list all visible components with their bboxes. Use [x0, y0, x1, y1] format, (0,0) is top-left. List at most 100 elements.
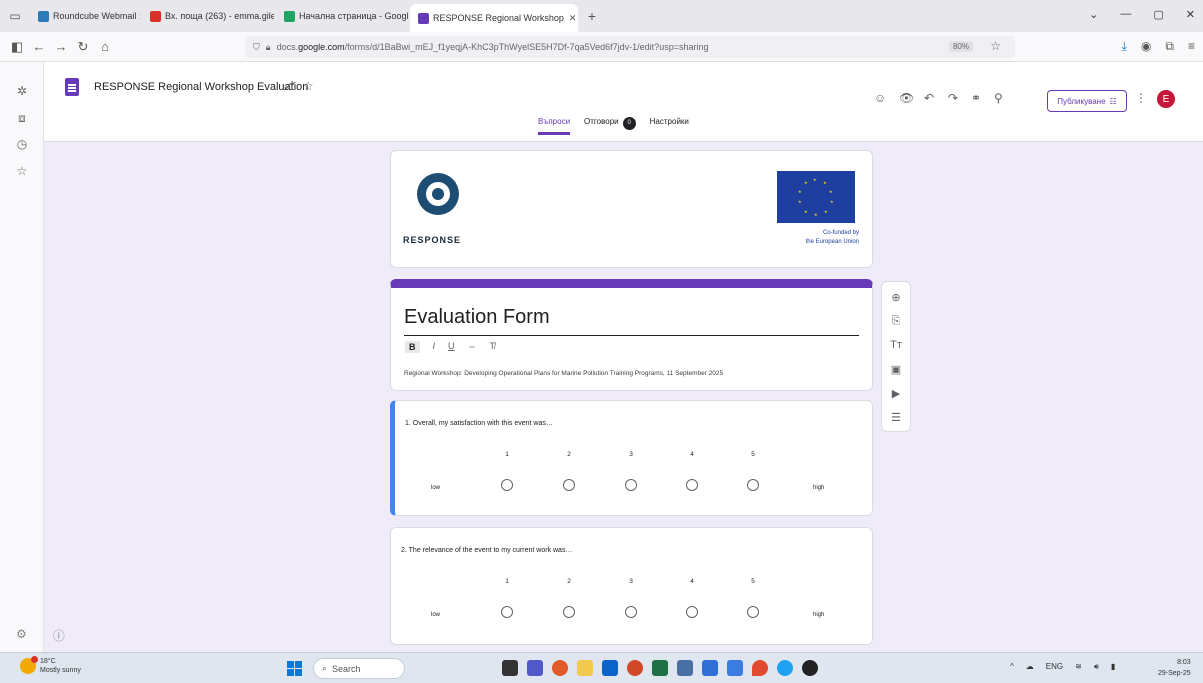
radio-option[interactable] — [563, 479, 575, 491]
file-explorer-icon[interactable] — [577, 660, 593, 676]
synced-tabs-icon[interactable]: ⧈ — [0, 111, 44, 126]
add-section-icon[interactable]: ☰ — [882, 411, 910, 424]
wifi-icon[interactable]: ≋ — [1075, 662, 1082, 672]
close-window-icon[interactable]: ✕ — [1186, 8, 1195, 21]
history-icon[interactable]: ◷ — [0, 137, 44, 151]
scale-label: 4 — [690, 578, 694, 585]
clear-format-button[interactable]: T̸ — [490, 341, 496, 353]
new-tab-icon[interactable]: + — [580, 8, 604, 24]
weather-temp: 18°C — [40, 658, 56, 665]
avatar[interactable]: E — [1157, 90, 1175, 108]
forms-logo-icon[interactable] — [65, 78, 79, 96]
maps-icon[interactable] — [752, 660, 768, 676]
tab-questions[interactable]: Въпроси — [538, 117, 571, 135]
browser-tab-active[interactable]: RESPONSE Regional Workshop ✕ — [410, 4, 578, 32]
add-collaborators-icon[interactable]: ⚲ — [994, 91, 1003, 105]
move-to-folder-icon[interactable]: ⎇ — [281, 79, 295, 93]
header-image-card[interactable]: RESPONSE ★ ★ ★ ★ ★ ★ ★ ★ ★ ★ Co-funded b… — [390, 150, 873, 268]
question-card-1[interactable]: 1. Overall, my satisfaction with this ev… — [390, 400, 873, 516]
maximize-icon[interactable]: ▢ — [1153, 8, 1163, 21]
task-view-icon[interactable] — [502, 660, 518, 676]
obs-icon[interactable] — [802, 660, 818, 676]
browser-tab-3[interactable]: Начална страница - Google Д ✕ — [276, 4, 408, 28]
question-text[interactable]: 2. The relevance of the event to my curr… — [401, 547, 572, 554]
bookmarks-icon[interactable]: ☆ — [0, 164, 44, 178]
lock-icon: 🔒︎ — [265, 41, 271, 52]
redo-icon[interactable]: ↷ — [948, 91, 958, 105]
battery-icon[interactable]: ▮ — [1111, 662, 1115, 672]
publish-button[interactable]: Публикуване ☷ — [1047, 90, 1127, 112]
widgets-icon[interactable] — [552, 660, 568, 676]
back-icon[interactable]: ← — [28, 39, 50, 54]
minimize-icon[interactable]: — — [1120, 8, 1131, 21]
tab-responses[interactable]: Отговори 0 — [584, 117, 636, 135]
volume-icon[interactable]: 🔊︎ — [1094, 662, 1099, 672]
form-title-input[interactable]: Evaluation Form — [404, 300, 859, 336]
radio-option[interactable] — [625, 479, 637, 491]
notepad-icon[interactable] — [677, 660, 693, 676]
weather-widget[interactable]: 18°C Mostly sunny — [20, 656, 81, 675]
add-title-icon[interactable]: Tт — [882, 339, 910, 351]
tray-overflow-icon[interactable]: ^ — [1010, 662, 1014, 672]
powerpoint-icon[interactable] — [627, 660, 643, 676]
bookmark-star-icon[interactable]: ☆ — [990, 39, 1001, 53]
radio-option[interactable] — [501, 479, 513, 491]
question-card-2[interactable]: 2. The relevance of the event to my curr… — [390, 527, 873, 645]
account-icon[interactable]: ◉ — [1141, 39, 1151, 54]
add-video-icon[interactable]: ▶ — [882, 387, 910, 400]
radio-option[interactable] — [625, 606, 637, 618]
radio-option[interactable] — [747, 606, 759, 618]
underline-button[interactable]: U — [448, 341, 455, 353]
tab-settings[interactable]: Настройки — [650, 117, 689, 135]
link-icon[interactable]: ⚭ — [971, 91, 981, 105]
palette-icon[interactable]: ☺ — [874, 91, 886, 105]
more-options-icon[interactable]: ⋮ — [1135, 91, 1147, 105]
bold-button[interactable]: B — [405, 341, 420, 353]
outlook-icon[interactable] — [602, 660, 618, 676]
form-doc-title[interactable]: RESPONSE Regional Workshop Evaluation — [94, 81, 308, 93]
chrome-icon[interactable] — [777, 660, 793, 676]
form-title-card[interactable]: Evaluation Form B I U ⇔ T̸ Regional Work… — [390, 279, 873, 391]
address-bar[interactable]: ⛉ 🔒︎ docs. google.com/forms/d/1BaBwi_mEJ_… — [245, 36, 1015, 58]
reload-icon[interactable]: ↻ — [72, 39, 94, 55]
undo-icon[interactable]: ↶ — [924, 91, 934, 105]
onedrive-icon[interactable]: ☁ — [1026, 662, 1034, 672]
browser-tab-2[interactable]: Вх. поща (263) - emma.gilevali ✕ — [142, 4, 274, 28]
sidebar-toggle-icon[interactable]: ◧ — [6, 39, 28, 55]
browser-tab-1[interactable]: Roundcube Webmail :: Inbox ✕ — [30, 4, 140, 28]
radio-option[interactable] — [747, 479, 759, 491]
radio-option[interactable] — [501, 606, 513, 618]
language-indicator[interactable]: ENG — [1046, 662, 1063, 672]
star-icon[interactable]: ☆ — [303, 79, 314, 93]
taskbar-clock[interactable]: 8:03 29-Sep-25 — [1158, 657, 1191, 679]
tab-list-icon[interactable]: ▭ — [0, 9, 30, 23]
windows-start-icon[interactable] — [287, 661, 302, 676]
excel-icon[interactable] — [652, 660, 668, 676]
tab-overflow-icon[interactable]: ⌄ — [1089, 8, 1098, 21]
teams-icon[interactable] — [527, 660, 543, 676]
taskbar-search[interactable]: ⌕ Search — [313, 658, 405, 679]
zoom-badge[interactable]: 80% — [948, 41, 973, 52]
menu-icon[interactable]: ≡ — [1188, 39, 1195, 54]
close-icon[interactable]: ✕ — [569, 13, 577, 24]
home-icon[interactable]: ⌂ — [94, 39, 116, 54]
radio-option[interactable] — [563, 606, 575, 618]
question-text[interactable]: 1. Overall, my satisfaction with this ev… — [405, 420, 553, 427]
radio-option[interactable] — [686, 606, 698, 618]
form-description[interactable]: Regional Workshop: Developing Operationa… — [404, 370, 723, 377]
ai-chat-icon[interactable]: ✲ — [0, 84, 44, 98]
add-image-icon[interactable]: ▣ — [882, 363, 910, 376]
forward-icon[interactable]: → — [50, 39, 72, 54]
italic-button[interactable]: I — [433, 341, 436, 353]
help-icon[interactable]: ⓘ — [53, 627, 65, 644]
link-button[interactable]: ⇔ — [468, 341, 477, 353]
radio-option[interactable] — [686, 479, 698, 491]
preview-eye-icon[interactable]: 👁︎ — [899, 91, 914, 105]
extensions-icon[interactable]: ⧉ — [1165, 39, 1174, 54]
add-question-icon[interactable]: ⊕ — [882, 291, 910, 304]
outlook-new-icon[interactable] — [727, 660, 743, 676]
customize-sidebar-icon[interactable]: ⚙ — [16, 627, 27, 644]
calendar-icon[interactable] — [702, 660, 718, 676]
import-questions-icon[interactable]: ⎘ — [882, 315, 910, 328]
download-icon[interactable]: ⤓ — [1122, 39, 1127, 54]
